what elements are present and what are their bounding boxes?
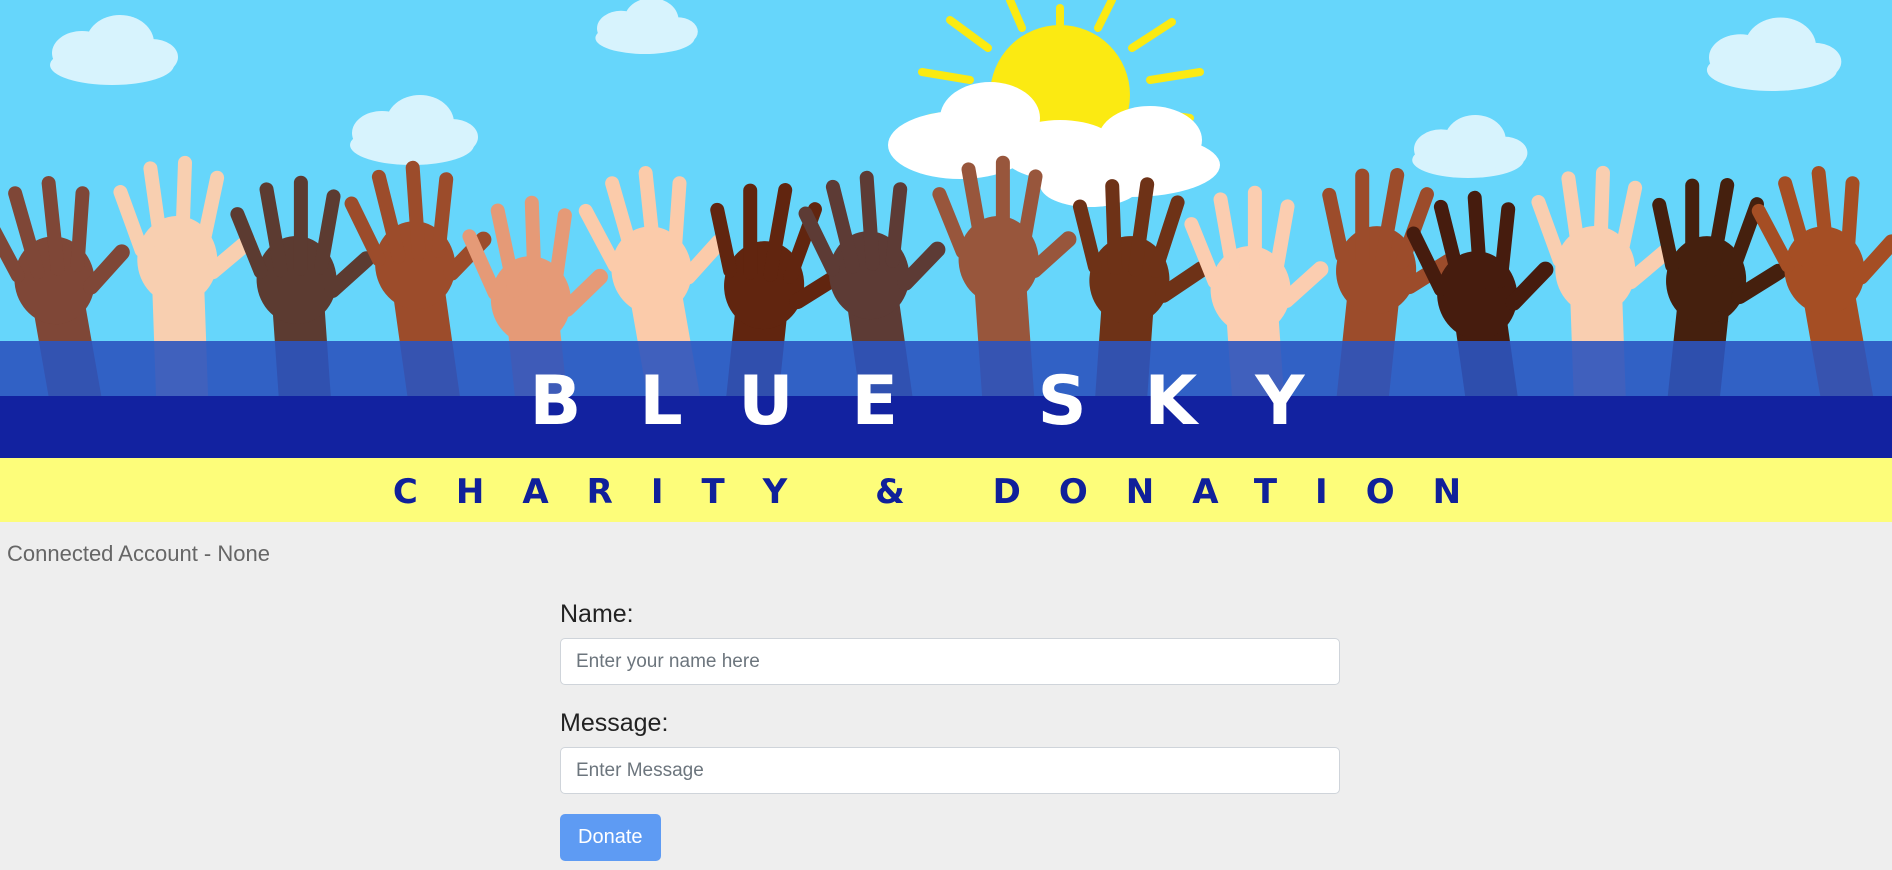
name-label: Name: [560,600,634,628]
header-banner: BLUE SKY CHARITY & DONATION [0,0,1892,522]
name-input[interactable] [560,638,1340,685]
message-input[interactable] [560,747,1340,794]
connected-account-status: Connected Account - None [7,541,270,566]
donation-form: Name: Message: Donate [560,600,1340,861]
banner-title: BLUE SKY [530,362,1363,441]
name-group: Name: [560,600,1340,685]
donate-button[interactable]: Donate [560,814,661,861]
message-label: Message: [560,709,669,737]
message-group: Message: [560,709,1340,794]
banner-subtitle: CHARITY & DONATION [393,472,1499,512]
